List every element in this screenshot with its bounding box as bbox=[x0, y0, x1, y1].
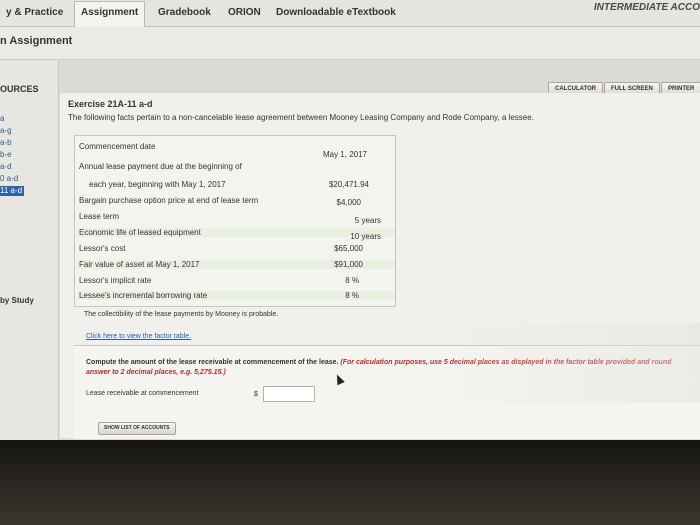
exercise-title: Exercise 21A-11 a-d bbox=[68, 99, 153, 109]
fact-value: 10 years bbox=[350, 232, 381, 241]
lease-receivable-label: Lease receivable at commencement bbox=[86, 390, 199, 397]
monitor-bezel bbox=[0, 440, 700, 525]
fact-label: Lessor's implicit rate bbox=[79, 276, 152, 285]
sidebar-item[interactable]: a-g bbox=[0, 126, 56, 136]
fact-label: Economic life of leased equipment bbox=[77, 228, 395, 237]
tab-gradebook[interactable]: Gradebook bbox=[152, 2, 217, 24]
show-list-of-accounts-button[interactable]: SHOW LIST OF ACCOUNTS bbox=[98, 422, 176, 435]
lease-receivable-input[interactable] bbox=[263, 386, 315, 402]
fact-value: $4,000 bbox=[336, 198, 361, 207]
tab-assignment[interactable]: Assignment bbox=[74, 1, 146, 27]
fact-label: Bargain purchase option price at end of … bbox=[79, 196, 259, 205]
fact-value: 8 % bbox=[345, 291, 359, 300]
exercise-panel: Exercise 21A-11 a-d The following facts … bbox=[60, 93, 700, 439]
sidebar-item[interactable]: a-d bbox=[0, 162, 56, 172]
fact-label: Annual lease payment due at the beginnin… bbox=[79, 162, 242, 171]
fact-value: 8 % bbox=[345, 276, 359, 285]
fact-value: $20,471.94 bbox=[328, 180, 369, 189]
fact-value: May 1, 2017 bbox=[322, 150, 367, 159]
fact-label: Lessor's cost bbox=[79, 244, 126, 253]
collectibility-note: The collectibility of the lease payments… bbox=[84, 311, 279, 318]
sidebar-title: OURCES bbox=[0, 84, 39, 94]
sidebar-item[interactable]: a bbox=[0, 114, 56, 124]
page-title: n Assignment bbox=[0, 35, 73, 47]
sidebar-item[interactable]: a-b bbox=[0, 138, 56, 148]
page-header: n Assignment bbox=[0, 27, 700, 60]
sidebar-item-selected[interactable]: 11 a-d bbox=[0, 186, 24, 196]
sidebar-item[interactable]: 0 a-d bbox=[0, 174, 56, 184]
tab-orion[interactable]: ORION bbox=[222, 2, 267, 24]
top-tab-bar: y & Practice Assignment Gradebook ORION … bbox=[0, 0, 700, 27]
facts-table: Commencement date May 1, 2017 Annual lea… bbox=[74, 135, 396, 307]
question-text: Compute the amount of the lease receivab… bbox=[86, 359, 339, 366]
factor-table-link[interactable]: Click here to view the factor table. bbox=[86, 333, 191, 340]
resources-sidebar: OURCES a a-g a-b b-e a-d 0 a-d 11 a-d by… bbox=[0, 60, 59, 440]
fact-value: $65,000 bbox=[334, 244, 363, 253]
fact-label: Commencement date bbox=[79, 142, 156, 151]
currency-symbol: $ bbox=[254, 391, 258, 398]
sidebar-study-label[interactable]: by Study bbox=[0, 296, 34, 305]
course-title: INTERMEDIATE ACCO bbox=[593, 2, 700, 13]
exercise-intro: The following facts pertain to a non-can… bbox=[68, 113, 534, 122]
sidebar-item[interactable]: b-e bbox=[0, 150, 56, 160]
fact-label: each year, beginning with May 1, 2017 bbox=[89, 180, 226, 189]
browser-screen: y & Practice Assignment Gradebook ORION … bbox=[0, 0, 700, 440]
tab-etextbook[interactable]: Downloadable eTextbook bbox=[270, 2, 402, 24]
screen-glare bbox=[420, 323, 700, 403]
fact-value: 5 years bbox=[354, 216, 381, 225]
tab-study-practice[interactable]: y & Practice bbox=[0, 2, 69, 24]
fact-label: Lease term bbox=[79, 212, 120, 221]
fact-value: $91,000 bbox=[334, 260, 363, 269]
